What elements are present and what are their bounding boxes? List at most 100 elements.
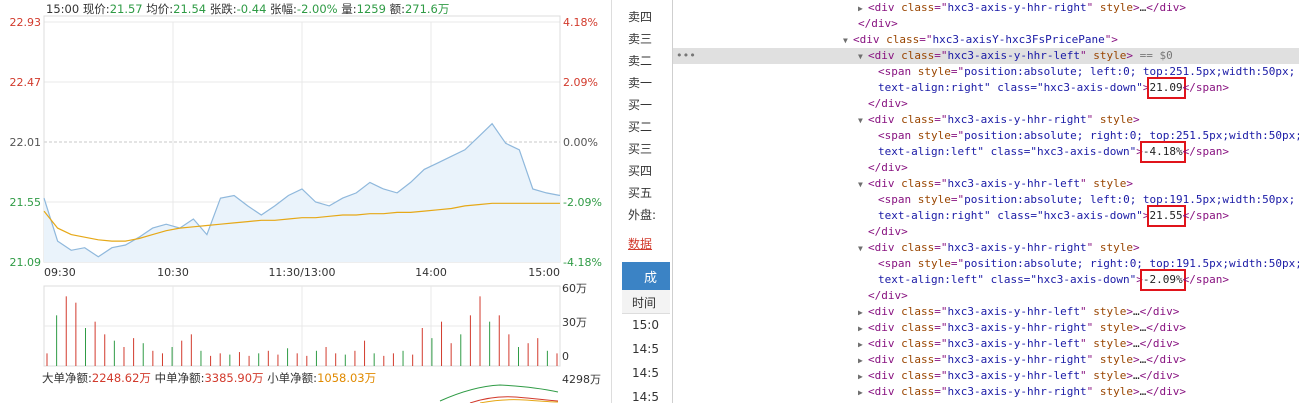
order-book-row: 卖三 bbox=[628, 32, 653, 46]
expand-triangle-icon[interactable]: ▶ bbox=[858, 1, 868, 17]
expand-triangle-icon[interactable]: ▶ bbox=[858, 321, 868, 337]
price-axis-right-label: 2.09% bbox=[563, 76, 598, 89]
trade-time-cell: 14:5 bbox=[632, 342, 659, 356]
devtools-elements-panel[interactable]: ▶ <div class="hxc3-axis-y-hhr-right" styl… bbox=[672, 0, 1299, 403]
order-book-row: 卖四 bbox=[628, 10, 653, 24]
price-axis-right-label: -4.18% bbox=[563, 256, 602, 269]
stock-chart-panel: 22.93 4.18% 22.47 2.09% 22.01 0.00% 21.55 -2.09… bbox=[0, 0, 612, 403]
price-axis-right-label: -2.09% bbox=[563, 196, 602, 209]
quote-vol-label: 量: bbox=[341, 2, 357, 16]
time-axis-label: 09:30 bbox=[44, 266, 76, 279]
dom-span-style[interactable]: <span style="position:absolute; left:0; … bbox=[673, 64, 1299, 80]
price-axis-left-label: 22.01 bbox=[10, 136, 42, 149]
price-axis-right-label: 4.18% bbox=[563, 16, 598, 29]
dom-span-style[interactable]: <span style="position:absolute; right:0;… bbox=[673, 256, 1299, 272]
dom-span-content[interactable]: text-align:right" class="hxc3-axis-down"… bbox=[673, 77, 1299, 99]
volume-axis-label: 60万 bbox=[562, 282, 587, 295]
quote-avg-label: 均价: bbox=[146, 2, 174, 16]
price-axis-left-label: 22.47 bbox=[10, 76, 42, 89]
highlighted-value: -4.18% bbox=[1139, 141, 1186, 163]
dom-close-tag: </div> bbox=[868, 225, 908, 238]
quote-change-label: 张跌: bbox=[209, 2, 237, 16]
small-net-value: 1058.03万 bbox=[317, 371, 377, 385]
data-link[interactable]: 数据 bbox=[628, 235, 652, 252]
order-book-row: 买三 bbox=[628, 142, 653, 156]
time-axis-label: 10:30 bbox=[157, 266, 189, 279]
dom-node-collapsed[interactable]: ▶ <div class="hxc3-axis-y-hhr-left" style… bbox=[673, 336, 1299, 352]
flow-line-mid bbox=[439, 384, 559, 402]
large-net-label: 大单净额: bbox=[42, 371, 92, 385]
dom-node-collapsed[interactable]: ▶ <div class="hxc3-axis-y-hhr-right" styl… bbox=[673, 352, 1299, 368]
collapse-triangle-icon[interactable]: ▼ bbox=[858, 49, 868, 65]
dom-span-content[interactable]: text-align:left" class="hxc3-axis-down">… bbox=[673, 269, 1299, 291]
collapse-triangle-icon[interactable]: ▼ bbox=[858, 241, 868, 257]
intraday-chart[interactable]: 22.93 4.18% 22.47 2.09% 22.01 0.00% 21.55 -2.09… bbox=[0, 0, 612, 403]
highlighted-value: 21.09 bbox=[1146, 77, 1186, 99]
dom-span-style[interactable]: <span style="position:absolute; right:0;… bbox=[673, 128, 1299, 144]
dom-span-content[interactable]: text-align:left" class="hxc3-axis-down">… bbox=[673, 141, 1299, 163]
mid-net-value: 3385.90万 bbox=[204, 371, 264, 385]
quote-price-label: 现价: bbox=[82, 2, 110, 16]
order-book-panel: 卖四卖三卖二卖一买一买二买三买四买五外盘: 数据 成 时间 15:0 14:5 14… bbox=[622, 0, 670, 403]
dom-node-price-pane[interactable]: ▼ <div class="hxc3-axisY-hxc3FsPricePane"… bbox=[673, 32, 1299, 48]
highlighted-value: 21.55 bbox=[1146, 205, 1186, 227]
price-axis-left-label: 21.55 bbox=[10, 196, 42, 209]
dom-span-content[interactable]: text-align:right" class="hxc3-axis-down"… bbox=[673, 205, 1299, 227]
order-book-row: 买五 bbox=[628, 186, 653, 200]
fund-flow-bar: 大单净额:2248.62万 中单净额:3385.90万 小单净额:1058.03… bbox=[42, 370, 376, 386]
dom-node-axis-label[interactable]: ▼ <div class="hxc3-axis-y-hhr-left" style… bbox=[673, 176, 1299, 192]
quote-time: 15:00 bbox=[46, 2, 80, 16]
expand-triangle-icon[interactable]: ▶ bbox=[858, 385, 868, 401]
dom-node-collapsed[interactable]: ▶ <div class="hxc3-axis-y-hhr-right" styl… bbox=[673, 320, 1299, 336]
more-options-icon[interactable]: ••• bbox=[676, 48, 696, 64]
time-axis-label: 15:00 bbox=[528, 266, 560, 279]
dom-node-collapsed[interactable]: ▶ <div class="hxc3-axis-y-hhr-left" style… bbox=[673, 368, 1299, 384]
dom-span-style[interactable]: <span style="position:absolute; left:0; … bbox=[673, 192, 1299, 208]
time-column-header: 时间 bbox=[622, 290, 670, 314]
quote-avg: 21.54 bbox=[173, 2, 207, 16]
dom-node-axis-label[interactable]: ▼ <div class="hxc3-axis-y-hhr-right" styl… bbox=[673, 112, 1299, 128]
expand-triangle-icon[interactable]: ▶ bbox=[858, 305, 868, 321]
expand-triangle-icon[interactable]: ▶ bbox=[858, 353, 868, 369]
small-net-label: 小单净额: bbox=[267, 371, 318, 385]
dom-node-collapsed[interactable]: ▶ <div class="hxc3-axis-y-hhr-left" style… bbox=[673, 304, 1299, 320]
dom-close-tag: </div> bbox=[868, 97, 908, 110]
dom-node-axis-label[interactable]: ▼ <div class="hxc3-axis-y-hhr-right" styl… bbox=[673, 240, 1299, 256]
price-axis-left-label: 22.93 bbox=[10, 16, 42, 29]
order-book-row: 卖二 bbox=[628, 54, 653, 68]
trade-time-cell: 14:5 bbox=[632, 390, 659, 403]
order-book-row: 买二 bbox=[628, 120, 653, 134]
dom-node-collapsed[interactable]: ▶ <div class="hxc3-axis-y-hhr-right" styl… bbox=[673, 384, 1299, 400]
trade-time-cell: 15:0 bbox=[632, 318, 659, 332]
highlighted-value: -2.09% bbox=[1139, 269, 1186, 291]
order-book-row: 买四 bbox=[628, 164, 653, 178]
quote-amount: 271.6万 bbox=[404, 2, 450, 16]
quote-amount-label: 额: bbox=[389, 2, 405, 16]
quote-change: -0.44 bbox=[236, 2, 267, 16]
dom-close-tag: </div> bbox=[868, 161, 908, 174]
dom-close-tag: </div> bbox=[858, 17, 898, 30]
expand-triangle-icon[interactable]: ▶ bbox=[858, 369, 868, 385]
volume-axis-label: 30万 bbox=[562, 316, 587, 329]
time-axis-label: 14:00 bbox=[415, 266, 447, 279]
quote-price: 21.57 bbox=[109, 2, 143, 16]
trade-time-cell: 14:5 bbox=[632, 366, 659, 380]
collapse-triangle-icon[interactable]: ▼ bbox=[858, 113, 868, 129]
order-book-row: 外盘: bbox=[628, 208, 657, 222]
volume-axis-label: 0 bbox=[562, 350, 569, 363]
expand-triangle-icon[interactable]: ▶ bbox=[858, 337, 868, 353]
dom-node-collapsed[interactable]: ▶ <div class="hxc3-axis-y-hhr-right" styl… bbox=[673, 0, 1299, 16]
dom-close-tag: </div> bbox=[868, 289, 908, 302]
order-book-row: 卖一 bbox=[628, 76, 653, 90]
order-book-row: 买一 bbox=[628, 98, 653, 112]
quote-vol: 1259 bbox=[356, 2, 386, 16]
time-axis-label: 11:30/13:00 bbox=[268, 266, 335, 279]
quote-info-bar: 15:00 现价:21.57 均价:21.54 张跌:-0.44 张幅:-2.0… bbox=[46, 1, 449, 17]
dom-node-selected[interactable]: ••• ▼ <div class="hxc3-axis-y-hhr-left" s… bbox=[673, 48, 1299, 64]
price-axis-right-label: 0.00% bbox=[563, 136, 598, 149]
trade-tab[interactable]: 成 bbox=[622, 262, 670, 290]
collapse-triangle-icon[interactable]: ▼ bbox=[843, 33, 853, 49]
quote-pct-label: 张幅: bbox=[270, 2, 297, 16]
large-net-value: 2248.62万 bbox=[91, 371, 151, 385]
collapse-triangle-icon[interactable]: ▼ bbox=[858, 177, 868, 193]
